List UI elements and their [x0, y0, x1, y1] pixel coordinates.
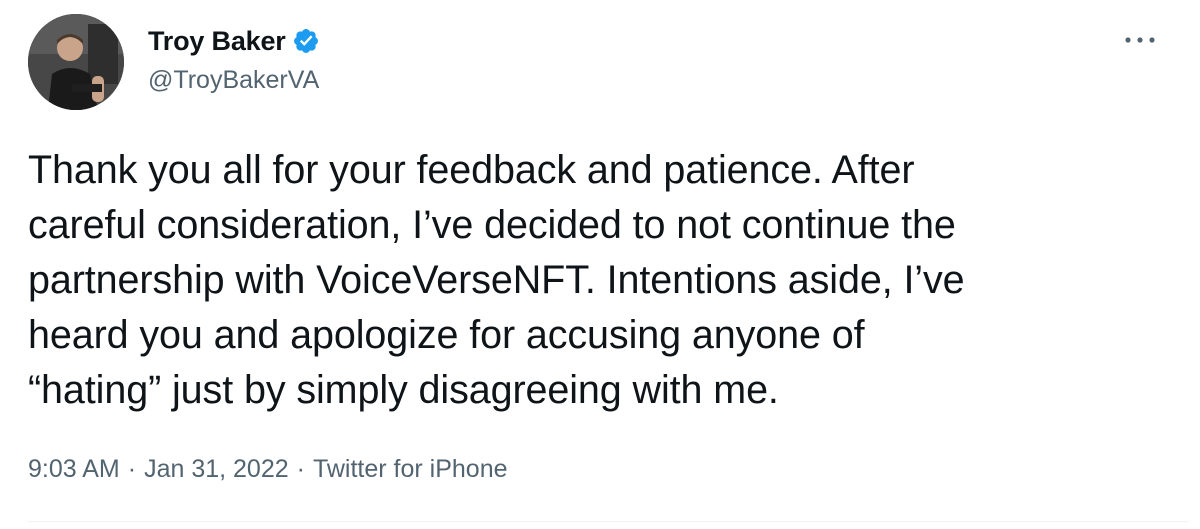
avatar-photo-icon: [28, 14, 124, 110]
author-handle[interactable]: @TroyBakerVA: [148, 66, 320, 95]
tweet-date[interactable]: Jan 31, 2022: [144, 455, 289, 484]
tweet-header: Troy Baker @TroyBakerVA: [148, 22, 320, 95]
author-avatar[interactable]: [28, 14, 124, 110]
verified-badge-icon: [292, 27, 320, 55]
tweet-text: Thank you all for your feedback and pati…: [28, 148, 965, 412]
meta-separator: ·: [296, 455, 305, 483]
meta-separator: ·: [127, 455, 137, 483]
divider: [28, 521, 1188, 522]
name-row: Troy Baker: [148, 22, 320, 60]
tweet-source[interactable]: Twitter for iPhone: [313, 455, 508, 484]
author-display-name[interactable]: Troy Baker: [148, 26, 286, 57]
tweet-time[interactable]: 9:03 AM: [28, 455, 120, 484]
tweet-metadata: 9:03 AM · Jan 31, 2022 · Twitter for iPh…: [28, 455, 508, 484]
more-options-icon[interactable]: [1120, 30, 1160, 50]
tweet-card: Troy Baker @TroyBakerVA Thank you all fo…: [0, 0, 1200, 529]
